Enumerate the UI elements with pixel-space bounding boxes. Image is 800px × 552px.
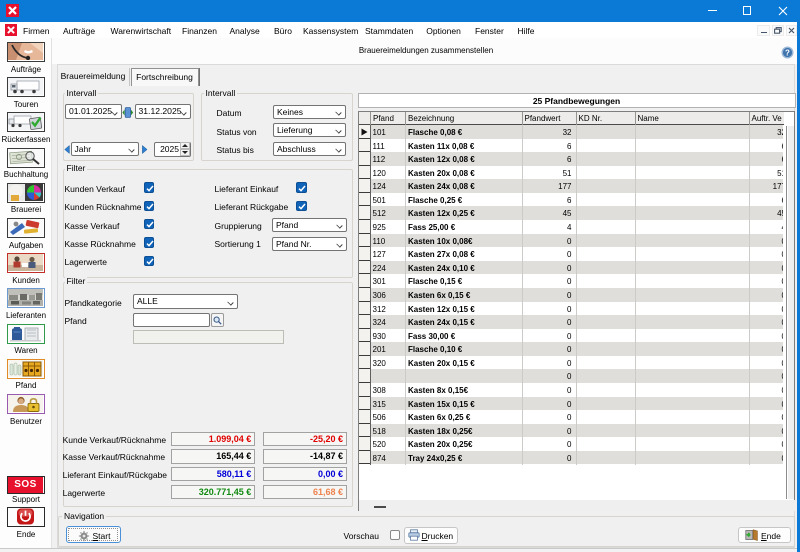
svg-text:?: ? [785,48,790,57]
